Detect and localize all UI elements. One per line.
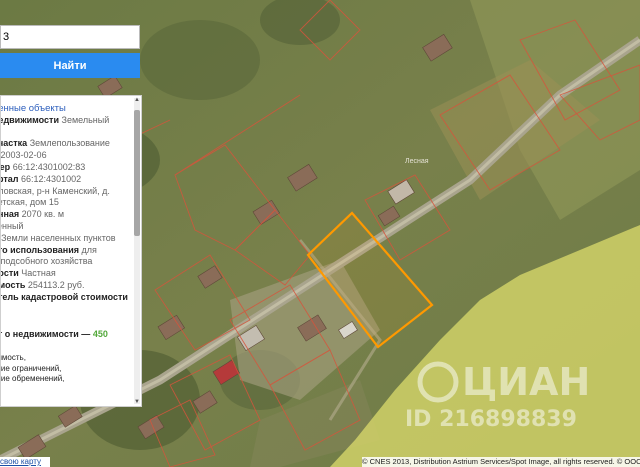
scroll-down-icon[interactable]: ▼ xyxy=(134,398,140,406)
map-street-label: Лесная xyxy=(405,158,429,165)
watermark-id: ID 216898839 xyxy=(405,407,577,432)
field-value: о подсобного хозяйства xyxy=(0,256,93,267)
result-label: ет о недвижимости — xyxy=(0,329,91,340)
field-value: Земли населенных пунктов xyxy=(1,232,116,243)
field-value: 254113.2 руб. xyxy=(27,279,85,290)
field-value: 66:12:4301002:83 xyxy=(12,161,86,172)
field-label: недвижимости xyxy=(1,114,59,125)
field-value: 2003-02-06 xyxy=(0,150,47,161)
field-value: 66:12:4301002 xyxy=(21,173,82,184)
copyright-text: © CNES 2013, Distribution Astrium Servic… xyxy=(362,457,640,467)
field-label: енная xyxy=(1,209,20,220)
field-label: атель кадастровой стоимости xyxy=(0,291,128,302)
field-label: ого использования xyxy=(0,244,80,255)
search-button[interactable]: Найти xyxy=(0,53,140,78)
field-value: 2070 кв. м xyxy=(21,209,65,220)
field-label: мер xyxy=(0,161,11,172)
footer-line: твие ограничений, xyxy=(0,363,62,373)
search-input[interactable]: 3 xyxy=(0,25,140,49)
field-value: дловская, р-н Каменский, д. xyxy=(0,185,110,196)
scroll-up-icon[interactable]: ▲ xyxy=(134,96,140,104)
field-value: для xyxy=(81,244,97,255)
info-panel: ненные объекты недвижимости Земельный уч… xyxy=(0,95,142,407)
field-value: ветская, дом 15 xyxy=(1,197,59,208)
field-value: Землепользование xyxy=(29,138,110,149)
field-label: артал xyxy=(1,173,19,184)
info-panel-content: ненные объекты недвижимости Земельный уч… xyxy=(0,96,131,385)
watermark-logo: ЦИАН xyxy=(462,360,590,404)
field-label: участка xyxy=(1,138,28,149)
own-map-link[interactable]: свою карту xyxy=(0,457,50,467)
field-label: имость xyxy=(1,279,26,290)
field-value: Земельный xyxy=(61,114,110,125)
scrollbar-thumb[interactable] xyxy=(134,110,140,236)
result-count[interactable]: 450 xyxy=(93,329,108,339)
field-value: тенный xyxy=(1,220,24,231)
section-title[interactable]: ненные объекты xyxy=(1,103,66,114)
field-label: ности xyxy=(1,268,19,279)
footer-line: твие обременений, xyxy=(0,374,65,384)
field-value: Частная xyxy=(21,268,56,279)
footer-line: оимость, xyxy=(1,353,26,363)
